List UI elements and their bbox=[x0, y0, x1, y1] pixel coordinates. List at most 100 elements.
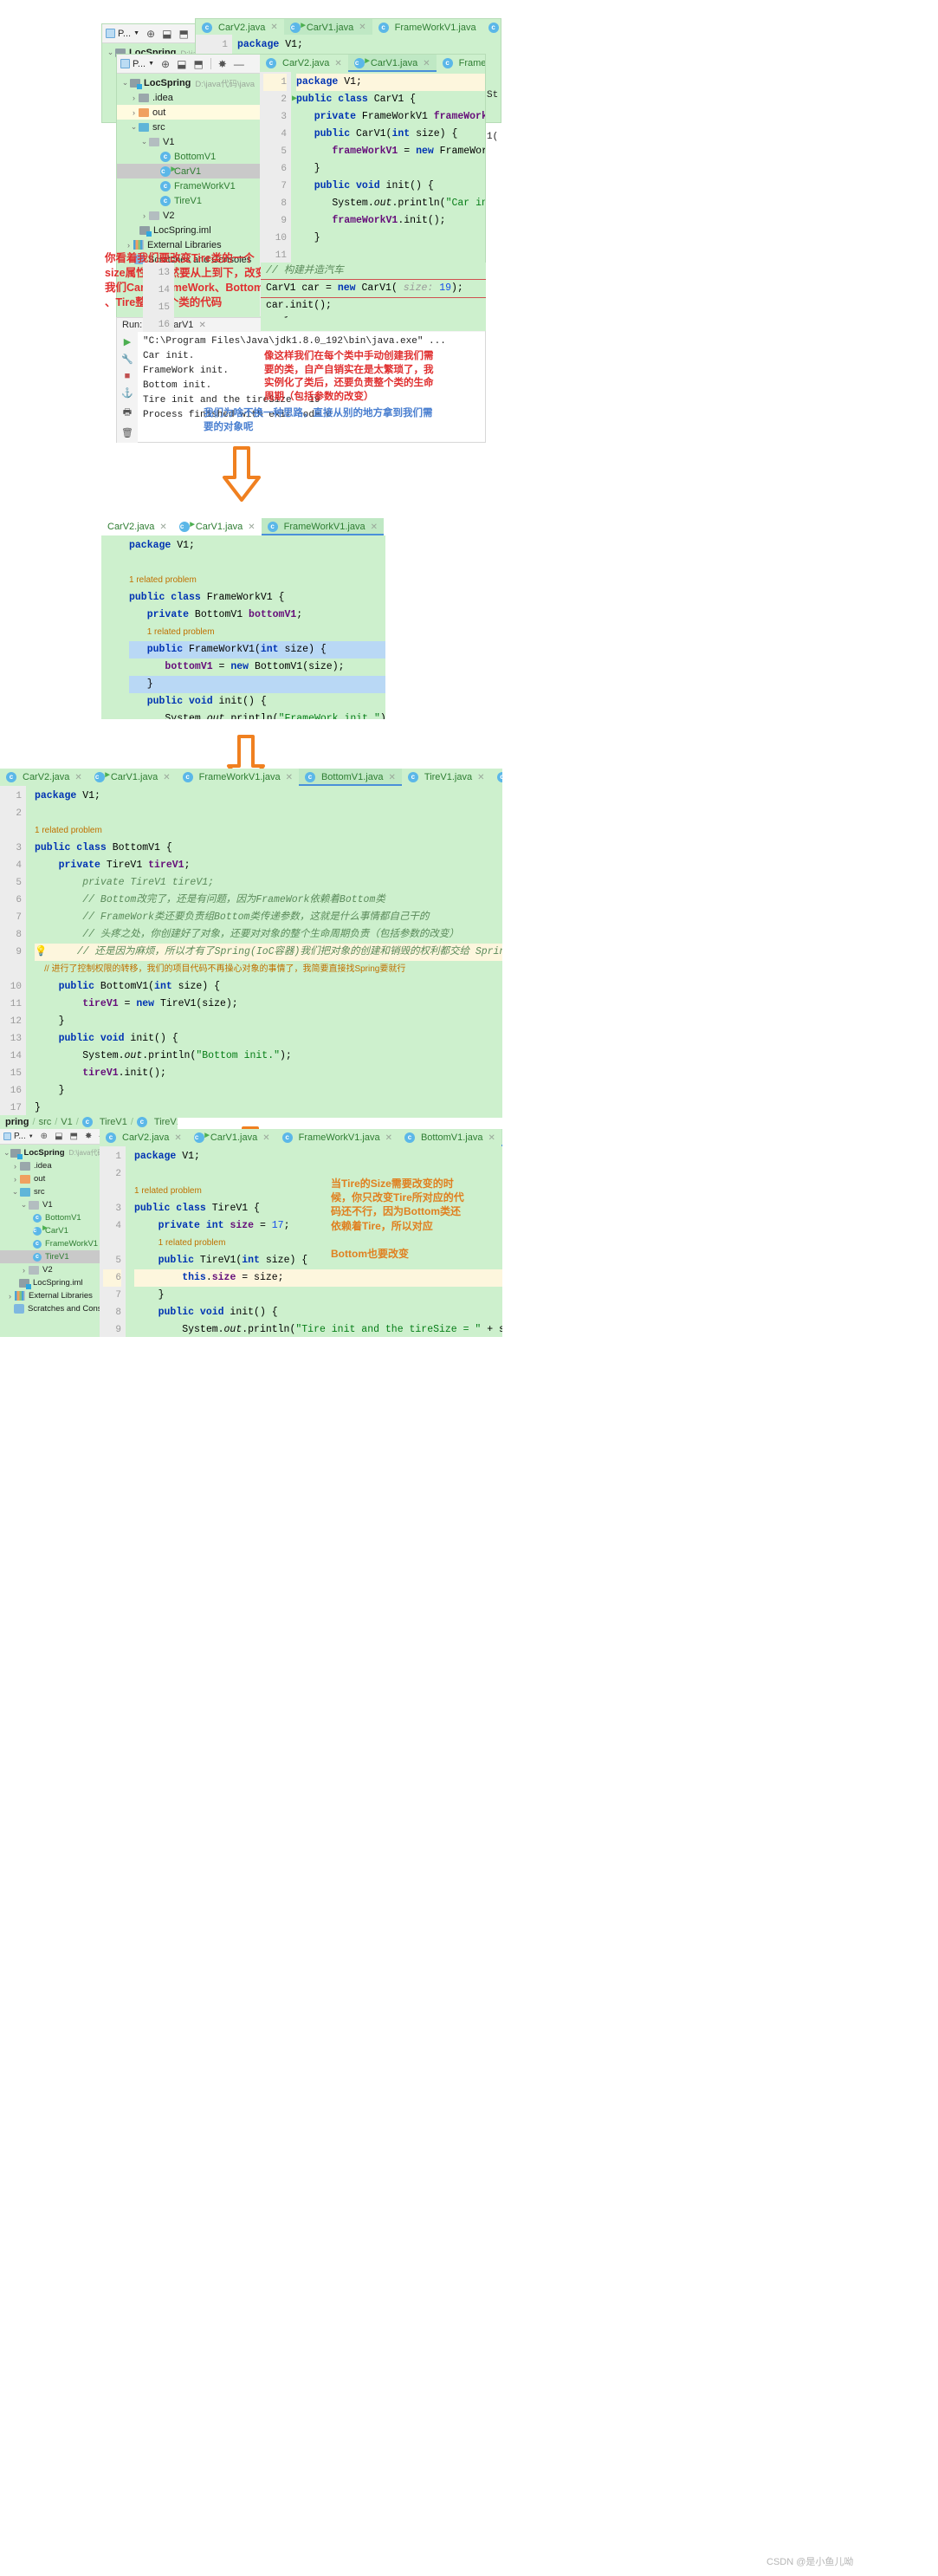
rerun-icon[interactable]: ▶ bbox=[124, 336, 131, 347]
target-icon[interactable]: ⊕ bbox=[161, 59, 170, 69]
project-selector-back[interactable]: P... ▼ bbox=[106, 29, 139, 39]
bulb-icon[interactable]: 💡 bbox=[35, 946, 47, 957]
pin-icon[interactable]: ⚓ bbox=[121, 387, 133, 399]
tree-row-frameworkv1[interactable]: c FrameWorkV1 bbox=[0, 1237, 100, 1250]
chevron-right-icon[interactable]: › bbox=[5, 1292, 15, 1301]
close-icon[interactable]: ✕ bbox=[74, 773, 81, 782]
tab-carv1[interactable]: c CarV1.java ✕ bbox=[188, 1129, 276, 1146]
chevron-right-icon[interactable]: › bbox=[10, 1162, 20, 1171]
chevron-down-icon[interactable]: ⌄ bbox=[19, 1200, 29, 1210]
close-icon[interactable]: ✕ bbox=[385, 1133, 392, 1143]
chevron-down-icon[interactable]: ⌄ bbox=[139, 137, 149, 146]
tab-carv2[interactable]: CarV2.java ✕ bbox=[101, 518, 173, 535]
editor-bottomv1[interactable]: 1 2 3 4 5 6 7 8 9 10 11 12 13 14 15 16 1… bbox=[0, 786, 502, 1116]
run-gutter-icon[interactable]: ▶ bbox=[292, 91, 297, 108]
tab-bottomv1[interactable]: c BottomV1.java ✕ bbox=[384, 518, 385, 535]
close-icon[interactable]: ✕ bbox=[248, 522, 255, 532]
chevron-down-icon[interactable]: ⌄ bbox=[10, 1187, 20, 1197]
tree-row-bottomv1[interactable]: c BottomV1 bbox=[0, 1211, 100, 1224]
target-icon[interactable]: ⊕ bbox=[41, 1132, 48, 1141]
tree-row-frameworkv1[interactable]: c FrameWorkV1 bbox=[117, 178, 260, 193]
tab-carv1[interactable]: c CarV1.java ✕ bbox=[173, 518, 262, 535]
tree-row-iml[interactable]: LocSpring.iml bbox=[117, 223, 260, 237]
tree-row-v1[interactable]: ⌄ V1 bbox=[117, 134, 260, 149]
tree-row-idea[interactable]: › .idea bbox=[117, 90, 260, 105]
tab-carv1-back[interactable]: c CarV1.java ✕ bbox=[283, 19, 372, 36]
close-icon[interactable]: ✕ bbox=[477, 773, 484, 782]
print-icon[interactable]: 🖶 bbox=[123, 405, 132, 421]
collapse-all-icon[interactable]: ⬓ bbox=[162, 29, 171, 39]
minimize-icon[interactable]: — bbox=[234, 59, 244, 69]
tab-frameworkv1[interactable]: c FrameWorkV1.java ✕ bbox=[261, 518, 384, 535]
chevron-right-icon[interactable]: › bbox=[129, 108, 139, 117]
tab-carv1[interactable]: c CarV1.java ✕ bbox=[88, 769, 177, 786]
close-icon[interactable]: ✕ bbox=[174, 1133, 181, 1143]
tree-row-v2[interactable]: › V2 bbox=[0, 1263, 100, 1276]
tab-tirev1[interactable]: c TireV1.java ✕ bbox=[402, 769, 491, 786]
chevron-down-icon[interactable]: ⌄ bbox=[3, 1148, 10, 1158]
project-selector[interactable]: P... ▼ bbox=[3, 1132, 34, 1141]
close-icon[interactable]: ✕ bbox=[286, 773, 293, 782]
gear-icon[interactable]: ✸ bbox=[218, 59, 227, 69]
tree-row-bottomv1[interactable]: c BottomV1 bbox=[117, 149, 260, 164]
tree-row-tirev1[interactable]: c TireV1 bbox=[117, 193, 260, 208]
chevron-down-icon[interactable]: ⌄ bbox=[120, 78, 130, 88]
chevron-right-icon[interactable]: › bbox=[139, 211, 149, 220]
close-icon[interactable]: ✕ bbox=[262, 1133, 269, 1143]
tab-frameworkv1-back[interactable]: c FrameWorkV1.java bbox=[372, 19, 482, 36]
tree-row-v2[interactable]: › V2 bbox=[117, 208, 260, 223]
tab-frameworkv2[interactable]: c FrameWorkV2.java ✕ bbox=[491, 769, 502, 786]
tree-row-src[interactable]: ⌄ src bbox=[0, 1185, 100, 1198]
breadcrumb-tirev1-member[interactable]: TireV1 bbox=[154, 1117, 178, 1127]
code-bottomv1[interactable]: package V1; 1 related problem public cla… bbox=[26, 786, 502, 1116]
tree-row-iml[interactable]: LocSpring.iml bbox=[0, 1276, 100, 1289]
tree-row-scratches[interactable]: Scratches and Consoles bbox=[0, 1302, 100, 1315]
breadcrumb-project[interactable]: pring bbox=[5, 1117, 29, 1127]
close-icon[interactable]: ✕ bbox=[198, 321, 205, 330]
chevron-down-icon[interactable]: ⌄ bbox=[129, 122, 139, 132]
expand-all-icon[interactable]: ⬒ bbox=[70, 1132, 78, 1141]
tree-row-idea[interactable]: › .idea bbox=[0, 1159, 100, 1172]
tree-row-out[interactable]: › out bbox=[117, 105, 260, 120]
breadcrumb-src[interactable]: src bbox=[39, 1117, 52, 1127]
tab-frameworkv1[interactable]: c FrameWorkV1.java ✕ bbox=[177, 769, 299, 786]
tree-row-external-libraries[interactable]: › External Libraries bbox=[117, 237, 260, 252]
close-icon[interactable]: ✕ bbox=[423, 59, 430, 68]
collapse-all-icon[interactable]: ⬓ bbox=[55, 1132, 62, 1141]
chevron-right-icon[interactable]: › bbox=[19, 1266, 29, 1275]
tab-frameworkv1[interactable]: c FrameWorkV1.java bbox=[437, 55, 485, 72]
stop-icon[interactable]: ■ bbox=[125, 371, 131, 381]
close-icon[interactable]: ✕ bbox=[270, 23, 277, 32]
breadcrumb-tirev1[interactable]: TireV1 bbox=[100, 1117, 127, 1127]
tab-tirev1[interactable]: c TireV1.java ✕ bbox=[501, 1129, 502, 1146]
expand-all-icon[interactable]: ⬒ bbox=[193, 59, 203, 69]
chevron-down-icon[interactable]: ⌄ bbox=[106, 48, 115, 57]
tab-carv2[interactable]: c CarV2.java ✕ bbox=[260, 55, 348, 72]
code-frameworkv1[interactable]: package V1; 1 related problem public cla… bbox=[124, 535, 385, 719]
chevron-right-icon[interactable]: › bbox=[10, 1175, 20, 1184]
wrench-icon[interactable]: 🔧 bbox=[121, 354, 133, 365]
tree-row-src[interactable]: ⌄ src bbox=[117, 120, 260, 134]
tab-bottomv1-back[interactable]: c BottomV1.java ✕ bbox=[482, 19, 501, 36]
tree-row-root[interactable]: ⌄ LocSpring D:\java代码\java bbox=[0, 1146, 100, 1159]
project-selector[interactable]: P... ▼ bbox=[120, 59, 154, 69]
expand-all-icon[interactable]: ⬒ bbox=[178, 29, 188, 39]
close-icon[interactable]: ✕ bbox=[389, 773, 396, 782]
tree-row-external-libraries[interactable]: › External Libraries bbox=[0, 1289, 100, 1302]
close-icon[interactable]: ✕ bbox=[488, 1133, 495, 1143]
target-icon[interactable]: ⊕ bbox=[146, 29, 155, 39]
close-icon[interactable]: ✕ bbox=[334, 59, 341, 68]
close-icon[interactable]: ✕ bbox=[359, 23, 365, 32]
tree-row-tirev1[interactable]: c TireV1 bbox=[0, 1250, 100, 1263]
gear-icon[interactable]: ✸ bbox=[85, 1132, 92, 1141]
tree-row-root[interactable]: ⌄ LocSpring D:\java代码\java bbox=[117, 75, 260, 90]
tree-row-carv1[interactable]: c CarV1 bbox=[117, 164, 260, 178]
close-icon[interactable]: ✕ bbox=[159, 522, 166, 532]
tab-carv2-back[interactable]: c CarV2.java ✕ bbox=[196, 19, 284, 36]
tab-carv2[interactable]: c CarV2.java ✕ bbox=[0, 769, 88, 786]
tab-bottomv1[interactable]: c BottomV1.java ✕ bbox=[298, 769, 402, 786]
close-icon[interactable]: ✕ bbox=[371, 522, 378, 532]
tree-row-carv1[interactable]: c CarV1 bbox=[0, 1224, 100, 1237]
chevron-right-icon[interactable]: › bbox=[124, 241, 133, 250]
tab-carv2[interactable]: c CarV2.java ✕ bbox=[100, 1129, 188, 1146]
